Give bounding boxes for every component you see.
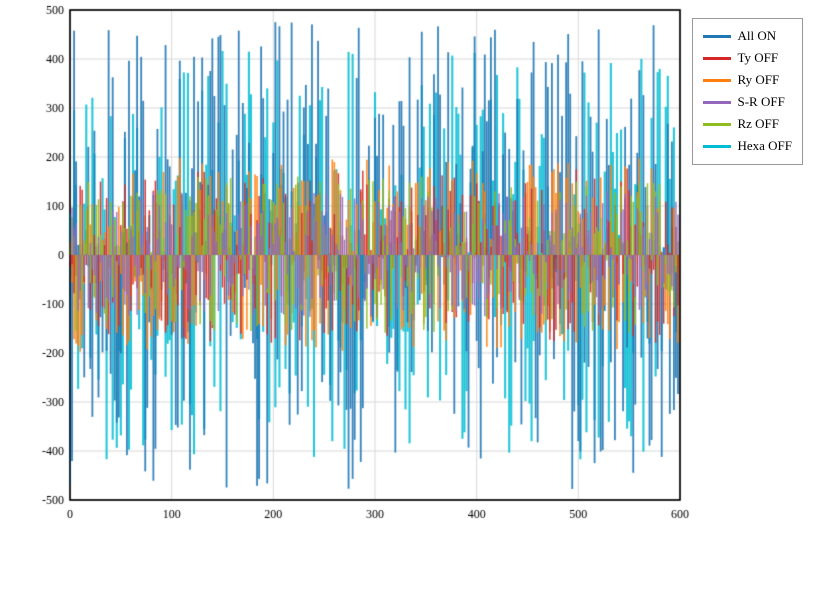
legend-color-rz-off (703, 123, 731, 126)
legend-item-ry-off: Ry OFF (703, 69, 792, 91)
legend-item-sr-off: S-R OFF (703, 91, 792, 113)
chart-container: All ON Ty OFF Ry OFF S-R OFF Rz OFF Hexa… (0, 0, 821, 584)
legend-label-ty-off: Ty OFF (737, 47, 778, 69)
legend-item-hexa-off: Hexa OFF (703, 135, 792, 157)
legend-label-rz-off: Rz OFF (737, 113, 779, 135)
legend-color-ry-off (703, 79, 731, 82)
legend-label-all-on: All ON (737, 25, 776, 47)
legend-item-ty-off: Ty OFF (703, 47, 792, 69)
legend-color-all-on (703, 35, 731, 38)
legend-color-ty-off (703, 57, 731, 60)
legend-color-hexa-off (703, 145, 731, 148)
legend-item-all-on: All ON (703, 25, 792, 47)
legend-color-sr-off (703, 101, 731, 104)
legend-label-sr-off: S-R OFF (737, 91, 784, 113)
chart-legend: All ON Ty OFF Ry OFF S-R OFF Rz OFF Hexa… (692, 18, 803, 165)
legend-label-ry-off: Ry OFF (737, 69, 779, 91)
legend-label-hexa-off: Hexa OFF (737, 135, 792, 157)
legend-item-rz-off: Rz OFF (703, 113, 792, 135)
